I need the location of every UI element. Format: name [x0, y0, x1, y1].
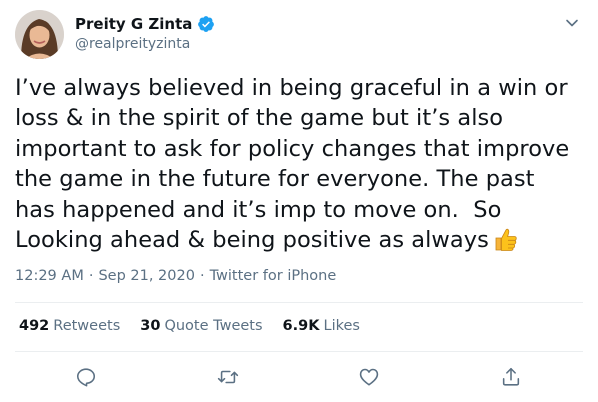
- divider: [15, 351, 583, 352]
- user-handle[interactable]: @realpreityzinta: [75, 36, 215, 52]
- likes-count: 6.9K: [282, 318, 320, 334]
- quote-tweets-label: Quote Tweets: [164, 318, 263, 334]
- tweet-header: Preity G Zinta @realpreityzinta: [15, 10, 585, 60]
- reply-icon[interactable]: [75, 366, 99, 390]
- avatar[interactable]: [15, 10, 64, 59]
- tweet-text: I’ve always believed in being graceful i…: [15, 75, 570, 254]
- quote-tweets-stat[interactable]: 30 Quote Tweets: [140, 318, 262, 334]
- divider: [15, 302, 583, 303]
- retweets-label: Retweets: [53, 318, 121, 334]
- tweet-meta: 12:29 AM · Sep 21, 2020 · Twitter for iP…: [15, 268, 336, 284]
- like-icon[interactable]: [358, 366, 382, 390]
- user-info: Preity G Zinta @realpreityzinta: [75, 13, 215, 52]
- chevron-down-icon[interactable]: [562, 13, 582, 33]
- tweet-actions: [0, 366, 598, 392]
- likes-label: Likes: [323, 318, 360, 334]
- share-icon[interactable]: [500, 366, 524, 390]
- avatar-image: [15, 10, 64, 59]
- tweet-body: I’ve always believed in being graceful i…: [15, 73, 585, 260]
- display-name-row: Preity G Zinta: [75, 13, 215, 34]
- thumbs-up-icon: [493, 226, 519, 260]
- tweet-source[interactable]: Twitter for iPhone: [210, 268, 337, 284]
- verified-badge-icon: [197, 15, 215, 33]
- likes-stat[interactable]: 6.9K Likes: [283, 318, 360, 334]
- meta-separator: ·: [199, 268, 205, 284]
- quote-tweets-count: 30: [140, 318, 161, 334]
- meta-separator: ·: [88, 268, 94, 284]
- tweet-date[interactable]: Sep 21, 2020: [98, 268, 195, 284]
- retweet-icon[interactable]: [216, 366, 240, 390]
- retweets-count: 492: [19, 318, 50, 334]
- tweet-stats: 492 Retweets 30 Quote Tweets 6.9K Likes: [19, 318, 360, 334]
- display-name[interactable]: Preity G Zinta: [75, 15, 192, 33]
- tweet-time[interactable]: 12:29 AM: [15, 268, 84, 284]
- retweets-stat[interactable]: 492 Retweets: [19, 318, 120, 334]
